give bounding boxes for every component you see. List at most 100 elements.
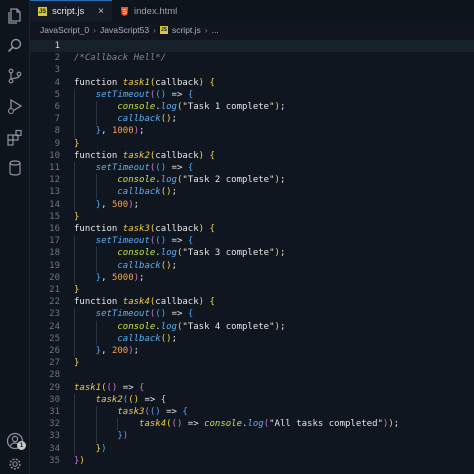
code-text: function task4(callback) { [74, 296, 215, 308]
code-text: }) [96, 443, 107, 455]
code-token: "Task 3 complete" [182, 248, 275, 259]
line-number: 9 [54, 138, 60, 149]
indent-guide [95, 406, 97, 419]
tab-index-html[interactable]: index.html [112, 0, 202, 22]
code-line[interactable]: 4 function task1(callback) { [30, 77, 474, 89]
code-line[interactable]: 24 console.log("Task 4 complete"); [30, 320, 474, 333]
code-line[interactable]: 5 setTimeout(() => { [30, 88, 474, 101]
breadcrumb-item[interactable]: ... [212, 25, 219, 35]
code-token: => [182, 419, 205, 430]
code-line[interactable]: 33}) [30, 430, 474, 443]
code-line[interactable]: 28 [30, 369, 474, 381]
run-debug-icon[interactable] [5, 96, 25, 116]
indent-guide [74, 332, 75, 345]
indent-guide [74, 101, 75, 114]
code-text: console.log("Task 4 complete"); [117, 321, 285, 333]
code-text: } [74, 284, 79, 296]
code-line[interactable]: 22 function task4(callback) { [30, 296, 474, 308]
code-text: } [74, 138, 79, 150]
code-text: }) [117, 430, 128, 442]
code-token: , [101, 272, 112, 283]
line-number: 5 [54, 89, 60, 100]
code-line[interactable]: 27} [30, 357, 474, 369]
code-line[interactable]: 25 callback(); [30, 332, 474, 345]
code-token: => [166, 309, 188, 320]
tab-script-js[interactable]: JS script.js × [30, 0, 112, 22]
code-token: function [74, 297, 123, 308]
code-editor[interactable]: 1 2/*Callback Hell*/3 4 function task1(call… [30, 38, 474, 474]
code-token: ; [279, 321, 286, 332]
code-line[interactable]: 23 setTimeout(() => { [30, 308, 474, 321]
code-line[interactable]: 2 /*Callback Hell*/ [30, 52, 474, 64]
extensions-icon[interactable] [5, 128, 25, 148]
search-icon[interactable] [5, 36, 25, 56]
source-control-icon[interactable] [5, 66, 25, 86]
tab-label: index.html [134, 5, 178, 17]
line-number: 34 [49, 443, 60, 454]
code-line[interactable]: 18 console.log("Task 3 complete"); [30, 247, 474, 260]
breadcrumb-item[interactable]: script.js [172, 25, 201, 35]
line-number: 24 [49, 321, 60, 332]
code-line[interactable]: 16 function task3(callback) { [30, 223, 474, 235]
code-line[interactable]: 21} [30, 284, 474, 296]
code-line[interactable]: 9} [30, 138, 474, 150]
code-text: }, 500); [96, 199, 139, 211]
code-line[interactable]: 29 task1(() => { [30, 382, 474, 394]
chevron-right-icon: › [153, 25, 156, 35]
code-token: log [160, 248, 177, 259]
code-token: "Task 1 complete" [182, 102, 275, 112]
code-token: { [209, 224, 215, 234]
breadcrumb-item[interactable]: JavaScript_0 [40, 25, 89, 35]
code-line[interactable]: 11 setTimeout(() => { [30, 162, 474, 175]
code-line[interactable]: 7 callback(); [30, 113, 474, 126]
code-line[interactable]: 20}, 5000); [30, 271, 474, 284]
code-line[interactable]: 26}, 200); [30, 345, 474, 358]
code-line[interactable]: 31 task3(() => { [30, 406, 474, 419]
code-token: callback [155, 297, 199, 308]
code-text: /*Callback Hell*/ [74, 52, 166, 64]
indent-guide [74, 174, 75, 187]
line-number: 7 [54, 114, 60, 125]
code-line[interactable]: 34}) [30, 442, 474, 455]
code-line[interactable]: 17 setTimeout(() => { [30, 235, 474, 248]
line-number: 15 [49, 211, 60, 222]
code-token: task2 [122, 150, 150, 161]
code-line[interactable]: 12 console.log("Task 2 complete"); [30, 174, 474, 187]
code-token: } [74, 358, 80, 369]
tab-bar: JS script.js × index.html [30, 0, 474, 22]
code-line[interactable]: 19 callback(); [30, 259, 474, 272]
chevron-right-icon: › [93, 25, 96, 35]
line-number: 16 [49, 224, 60, 234]
indent-guide [95, 418, 97, 431]
code-line[interactable]: 3 [30, 64, 474, 76]
line-number: 33 [49, 431, 60, 442]
gear-icon[interactable] [6, 456, 24, 472]
code-token: () [155, 236, 167, 247]
database-icon[interactable] [5, 158, 25, 178]
line-number: 25 [49, 333, 60, 344]
code-line[interactable]: 30 task2(() => { [30, 393, 474, 406]
code-line[interactable]: 35}) [30, 455, 474, 467]
code-text: } [74, 357, 79, 369]
indent-guide [95, 174, 97, 187]
code-line[interactable]: 1 [30, 40, 474, 53]
code-line[interactable]: 32 task4(() => console.log("All tasks com… [30, 418, 474, 431]
explorer-icon[interactable] [5, 6, 25, 26]
code-text: }) [74, 455, 85, 467]
accounts-icon[interactable]: 1 [6, 432, 26, 450]
code-token: } [74, 285, 80, 295]
code-line[interactable]: 13 callback(); [30, 186, 474, 199]
code-line[interactable]: 15} [30, 211, 474, 223]
code-token: () [160, 187, 172, 198]
line-number: 23 [49, 309, 60, 320]
code-line[interactable]: 8}, 1000); [30, 125, 474, 138]
code-line[interactable]: 6 console.log("Task 1 complete"); [30, 101, 474, 114]
breadcrumb-item[interactable]: JavaScript53 [100, 25, 149, 35]
code-line[interactable]: 14}, 500); [30, 198, 474, 211]
code-token: ; [133, 199, 140, 210]
close-icon[interactable]: × [98, 6, 104, 17]
line-number: 13 [49, 187, 60, 198]
indent-guide [95, 332, 97, 345]
code-line[interactable]: 10 function task2(callback) { [30, 150, 474, 162]
code-token: { [209, 297, 215, 308]
